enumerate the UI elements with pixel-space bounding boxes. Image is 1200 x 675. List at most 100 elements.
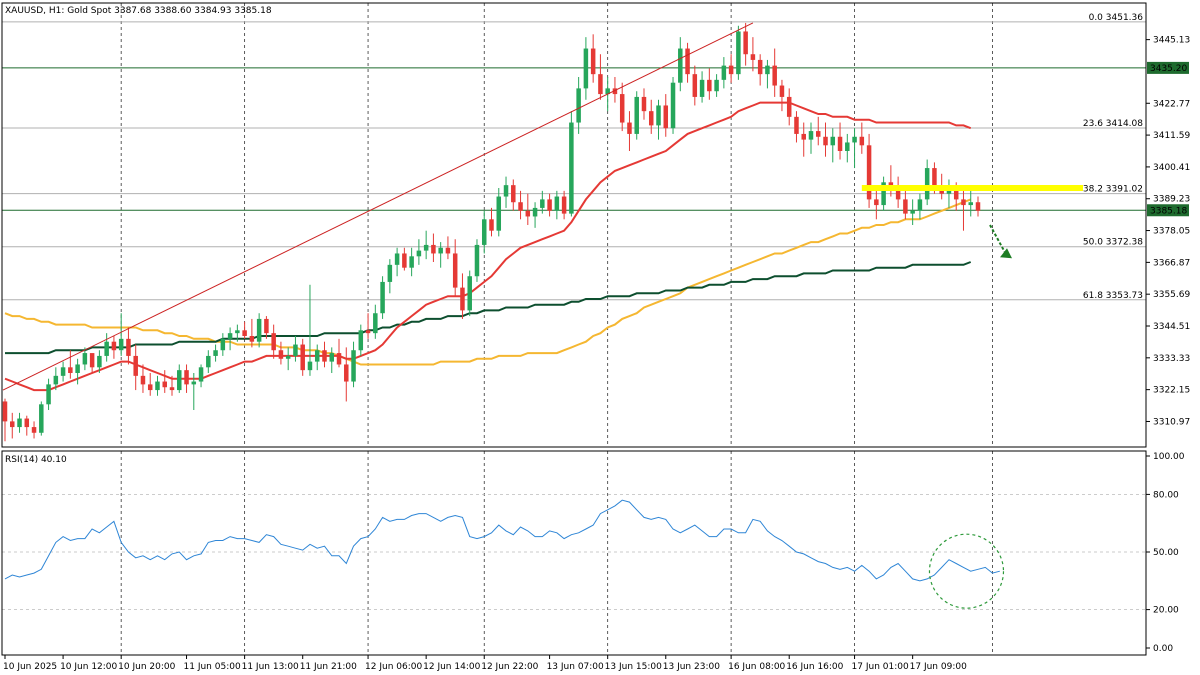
candle <box>474 239 480 282</box>
x-tick-label: 12 Jun 06:00 <box>365 662 422 672</box>
chart-canvas[interactable]: 0.0 3451.36 23.6 3414.08 38.2 3391.02 50.0 … <box>0 0 1200 675</box>
candle-body <box>910 210 915 214</box>
candle-body <box>198 367 204 382</box>
rsi-info-label: RSI(14) 40.10 <box>5 455 67 465</box>
candle-body <box>830 136 836 146</box>
candle <box>670 77 676 134</box>
candle-body <box>736 31 741 75</box>
candle-body <box>903 199 908 214</box>
candle-body <box>17 418 22 428</box>
candle-body <box>670 82 676 129</box>
candle-body <box>816 131 821 137</box>
candle <box>569 111 574 217</box>
rsi-y-tick-label: 0.00 <box>1153 644 1173 654</box>
candle-body <box>779 85 785 97</box>
candle-body <box>344 364 349 382</box>
y-tick-label: 3422.77 <box>1153 99 1190 109</box>
candle-body <box>467 276 472 311</box>
candle-body <box>249 336 255 342</box>
candle-body <box>227 333 233 339</box>
candle-body <box>663 105 669 129</box>
candle-body <box>837 136 843 151</box>
candle-body <box>2 401 8 422</box>
y-tick-label: 3310.97 <box>1153 417 1190 427</box>
candle-body <box>707 79 712 92</box>
fib-level-label: 38.2 3391.02 <box>1083 185 1143 195</box>
candle-body <box>155 381 160 391</box>
candle-body <box>24 418 30 428</box>
candle-body <box>590 48 596 75</box>
candle-body <box>503 185 509 197</box>
y-tick-label: 3322.15 <box>1153 386 1190 396</box>
candle-body <box>924 168 930 200</box>
candle-body <box>460 287 465 311</box>
y-tick-label: 3411.59 <box>1153 131 1190 141</box>
candle-body <box>452 253 458 288</box>
candle-body <box>60 367 66 376</box>
x-tick-label: 10 Jun 2025 <box>3 662 57 672</box>
candle-body <box>97 355 102 368</box>
candle-body <box>235 330 240 334</box>
candle-body <box>852 136 857 143</box>
x-tick-label: 13 Jun 23:00 <box>663 662 720 672</box>
candle-body <box>438 247 443 254</box>
y-tick-label: 3378.05 <box>1153 227 1190 237</box>
candle-body <box>801 133 806 140</box>
candle-body <box>757 59 763 75</box>
x-tick-label: 17 Jun 01:00 <box>852 662 909 672</box>
candle-body <box>489 219 494 231</box>
candle-body <box>126 338 131 356</box>
candle-body <box>336 353 342 365</box>
y-tick-label: 3333.33 <box>1153 354 1190 364</box>
x-tick-label: 10 Jun 20:00 <box>118 662 175 672</box>
candle-body <box>104 341 109 356</box>
candle-body <box>82 353 88 365</box>
rsi-y-tick-label: 20.00 <box>1153 606 1179 616</box>
candle-body <box>678 48 683 83</box>
candle-body <box>213 350 218 356</box>
candle-body <box>699 79 705 97</box>
candle-body <box>191 381 197 385</box>
candle-body <box>518 202 523 211</box>
x-tick-label: 16 Jun 08:00 <box>728 662 785 672</box>
candle-body <box>162 381 167 388</box>
rsi-y-tick-label: 80.00 <box>1153 490 1179 500</box>
candle <box>736 25 741 80</box>
candle-body <box>300 344 305 371</box>
x-tick-label: 10 Jun 12:00 <box>60 662 117 672</box>
candle <box>634 91 639 140</box>
candle-body <box>394 253 400 265</box>
candle-body <box>685 48 690 75</box>
candle-body <box>111 341 117 351</box>
candle-body <box>278 350 284 359</box>
candle-body <box>525 210 531 217</box>
candle-body <box>39 404 44 433</box>
candle-body <box>358 330 364 351</box>
y-tick-label: 3400.41 <box>1153 163 1190 173</box>
candle-body <box>322 350 327 362</box>
candle-body <box>874 199 879 206</box>
x-tick-label: 11 Jun 13:00 <box>242 662 299 672</box>
candle-body <box>692 74 698 97</box>
candle-body <box>380 281 385 314</box>
candle-body <box>402 253 407 268</box>
fib-level-label: 0.0 3451.36 <box>1089 13 1144 23</box>
fib-level-label: 50.0 3372.38 <box>1083 238 1143 248</box>
candle-body <box>351 350 356 382</box>
candle <box>467 270 472 317</box>
candle-body <box>786 96 792 117</box>
x-tick-label: 12 Jun 22:00 <box>481 662 538 672</box>
candle-body <box>547 199 552 211</box>
candle-body <box>293 344 298 356</box>
candle-body <box>118 338 124 351</box>
candle-body <box>169 387 175 391</box>
fib-level-label: 23.6 3414.08 <box>1083 119 1143 129</box>
candle-body <box>387 264 393 282</box>
y-tick-label: 3366.87 <box>1153 258 1190 268</box>
yellow-resistance-zone <box>861 185 1083 191</box>
candle-body <box>329 353 335 362</box>
candle-body <box>31 427 37 433</box>
candle-body <box>416 250 422 257</box>
candle-body <box>627 122 632 134</box>
candle-body <box>68 367 73 373</box>
